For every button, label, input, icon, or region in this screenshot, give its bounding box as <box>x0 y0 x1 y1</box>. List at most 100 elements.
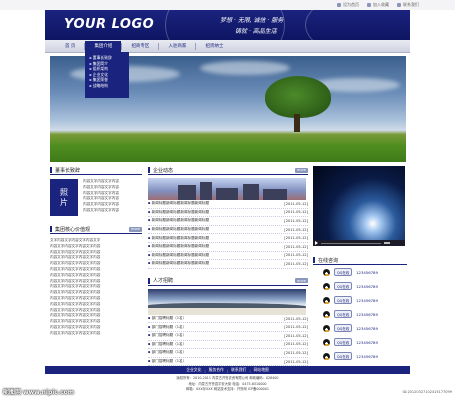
talent-section: 人才招聘 more 部门招聘标题（1名） [2011-05-12] 部门招聘标题（… <box>148 277 308 367</box>
nav-item-home[interactable]: 首 页 <box>56 41 84 52</box>
talent-image <box>148 288 306 315</box>
qq-online-button[interactable]: QQ在线 <box>334 268 353 276</box>
qq-online-button[interactable]: QQ在线 <box>334 296 353 304</box>
support-section-title: 在线咨询 <box>318 257 339 264</box>
title-bar-icon <box>148 167 150 173</box>
news-title[interactable]: 新闻标题新闻标题新闻标题新闻标题 <box>148 218 210 223</box>
job-date: [2011-05-12] <box>284 325 308 330</box>
news-title[interactable]: 新闻标题新闻标题新闻标题新闻标题 <box>148 261 210 266</box>
contact-link[interactable]: 联系我们 <box>397 2 419 8</box>
philosophy-text: 文字内容文字内容文字内容文字 内容文字内容文字内容文字内容 内容文字内容文字内容… <box>50 238 142 337</box>
footer-link-cooperation[interactable]: 服务合作 <box>209 367 224 373</box>
footer-divider: | <box>204 367 206 373</box>
play-icon[interactable] <box>315 241 318 245</box>
footer-link-sitemap[interactable]: 网站地图 <box>254 367 269 373</box>
news-date: [2011-05-12] <box>284 227 308 232</box>
photo-label: 照 <box>60 187 68 197</box>
qq-online-button[interactable]: QQ在线 <box>334 324 353 332</box>
photo-label: 片 <box>60 197 68 207</box>
set-homepage-link[interactable]: 设为首页 <box>337 2 359 8</box>
banner-cloud <box>200 61 290 75</box>
news-title[interactable]: 新闻标题新闻标题新闻标题新闻标题 <box>148 201 210 206</box>
nav-item-recruitment[interactable]: 招贤纳士 <box>196 41 232 52</box>
news-more-button[interactable]: more <box>294 167 308 173</box>
news-title[interactable]: 新闻标题新闻标题新闻标题新闻标题 <box>148 253 210 258</box>
qq-number: 123456789 <box>356 325 378 331</box>
footer-contact: 邮箱：XXX@XXX 网站技术支持：开鲁网 ICP备000001 <box>186 387 269 391</box>
video-progress-track[interactable] <box>321 242 381 244</box>
title-bar-icon <box>50 167 52 173</box>
support-section-header: 在线咨询 <box>313 256 407 265</box>
news-title[interactable]: 新闻标题新闻标题新闻标题新闻标题 <box>148 227 210 232</box>
nav-item-investment[interactable]: 招商专区 <box>122 41 158 52</box>
qq-online-button[interactable]: QQ在线 <box>334 310 353 318</box>
news-item[interactable]: 新闻标题新闻标题新闻标题新闻标题 [2011-05-12] <box>148 217 308 226</box>
talent-more-button[interactable]: more <box>294 278 308 284</box>
video-controls <box>313 240 405 246</box>
philosophy-section: 集团核心价值观 more 文字内容文字内容文字内容文字 内容文字内容文字内容文字… <box>50 225 142 337</box>
qq-online-button[interactable]: QQ在线 <box>334 338 353 346</box>
news-item[interactable]: 新闻标题新闻标题新闻标题新闻标题 [2011-05-12] <box>148 252 308 261</box>
watermark-right: ID:20120327102415177099 <box>402 390 452 394</box>
header-slogan-line2: 铸就 · 高品生活 <box>235 28 277 35</box>
group-intro-dropdown: 董事长致辞 集团简介 组织架构 企业文化 集团荣誉 战略结构 <box>85 52 129 98</box>
talent-section-title: 人才招聘 <box>153 278 174 285</box>
building-shape <box>263 189 287 200</box>
news-item[interactable]: 新闻标题新闻标题新闻标题新闻标题 [2011-05-12] <box>148 226 308 235</box>
footer-link-contact[interactable]: 联系我们 <box>231 367 246 373</box>
building-shape <box>178 185 196 200</box>
site-logo[interactable]: YOUR LOGO <box>64 17 154 32</box>
qq-contact-row: QQ在线 123456789 <box>313 265 407 279</box>
section-title: 人才招聘 <box>148 277 173 284</box>
philosophy-more-button[interactable]: more <box>128 226 142 232</box>
header-swirl-decoration <box>305 10 410 40</box>
nav-item-merchants[interactable]: 入驻商家 <box>159 41 195 52</box>
qq-online-button[interactable]: QQ在线 <box>334 282 353 290</box>
title-bar-icon <box>50 226 52 232</box>
job-title[interactable]: 部门招聘标题（1名） <box>148 350 187 355</box>
building-shape <box>243 184 259 200</box>
title-bar-icon <box>313 257 315 263</box>
news-item[interactable]: 新闻标题新闻标题新闻标题新闻标题 [2011-05-12] <box>148 209 308 218</box>
footer-info: 版权所有：2010-2011 内蒙古开鲁农资有限公司 邮政编码：028400 地… <box>120 375 335 392</box>
news-item[interactable]: 新闻标题新闻标题新闻标题新闻标题 [2011-05-12] <box>148 200 308 209</box>
qq-online-button[interactable]: QQ在线 <box>334 352 353 360</box>
title-bar-icon <box>148 277 150 284</box>
news-item[interactable]: 新闻标题新闻标题新闻标题新闻标题 [2011-05-12] <box>148 243 308 252</box>
news-title[interactable]: 新闻标题新闻标题新闻标题新闻标题 <box>148 244 210 249</box>
job-date: [2011-05-12] <box>284 342 308 347</box>
news-title[interactable]: 新闻标题新闻标题新闻标题新闻标题 <box>148 210 210 215</box>
job-item[interactable]: 部门招聘标题（1名） [2011-05-12] <box>148 341 308 350</box>
news-title[interactable]: 新闻标题新闻标题新闻标题新闻标题 <box>148 236 210 241</box>
section-title: 董事长致辞 <box>50 167 80 174</box>
news-list: 新闻标题新闻标题新闻标题新闻标题 [2011-05-12] 新闻标题新闻标题新闻标… <box>148 200 308 269</box>
qq-penguin-icon <box>323 352 330 360</box>
add-favorite-link[interactable]: 加入收藏 <box>367 2 389 8</box>
job-item[interactable]: 部门招聘标题（1名） [2011-05-12] <box>148 332 308 341</box>
philosophy-section-title: 集团核心价值观 <box>55 226 91 233</box>
ceo-section-header: 董事长致辞 <box>50 166 142 175</box>
job-item[interactable]: 部门招聘标题（1名） [2011-05-12] <box>148 349 308 358</box>
job-title[interactable]: 部门招聘标题（1名） <box>148 316 187 321</box>
landscape-shore <box>148 307 306 315</box>
job-title[interactable]: 部门招聘标题（1名） <box>148 333 187 338</box>
news-item[interactable]: 新闻标题新闻标题新闻标题新闻标题 [2011-05-12] <box>148 234 308 243</box>
news-date: [2011-05-12] <box>284 253 308 258</box>
job-title[interactable]: 部门招聘标题（1名） <box>148 342 187 347</box>
volume-icon[interactable] <box>384 242 390 244</box>
job-item[interactable]: 部门招聘标题（1名） [2011-05-12] <box>148 323 308 332</box>
news-item[interactable]: 新闻标题新闻标题新闻标题新闻标题 [2011-05-12] <box>148 260 308 269</box>
section-title: 在线咨询 <box>313 257 338 264</box>
qq-contact-row: QQ在线 123456789 <box>313 321 407 335</box>
video-player[interactable] <box>313 166 405 246</box>
section-title: 企业动态 <box>148 167 173 174</box>
footer-link-culture[interactable]: 企业文化 <box>186 367 201 373</box>
nav-item-group-intro[interactable]: 集团介绍 <box>85 40 122 52</box>
job-title[interactable]: 部门招聘标题（1名） <box>148 359 187 364</box>
dropdown-item-strategy[interactable]: 战略结构 <box>89 83 129 89</box>
job-title[interactable]: 部门招聘标题（1名） <box>148 325 187 330</box>
job-date: [2011-05-12] <box>284 359 308 364</box>
job-item[interactable]: 部门招聘标题（1名） [2011-05-12] <box>148 315 308 324</box>
news-date: [2011-05-12] <box>284 261 308 266</box>
phone-icon <box>397 3 401 7</box>
